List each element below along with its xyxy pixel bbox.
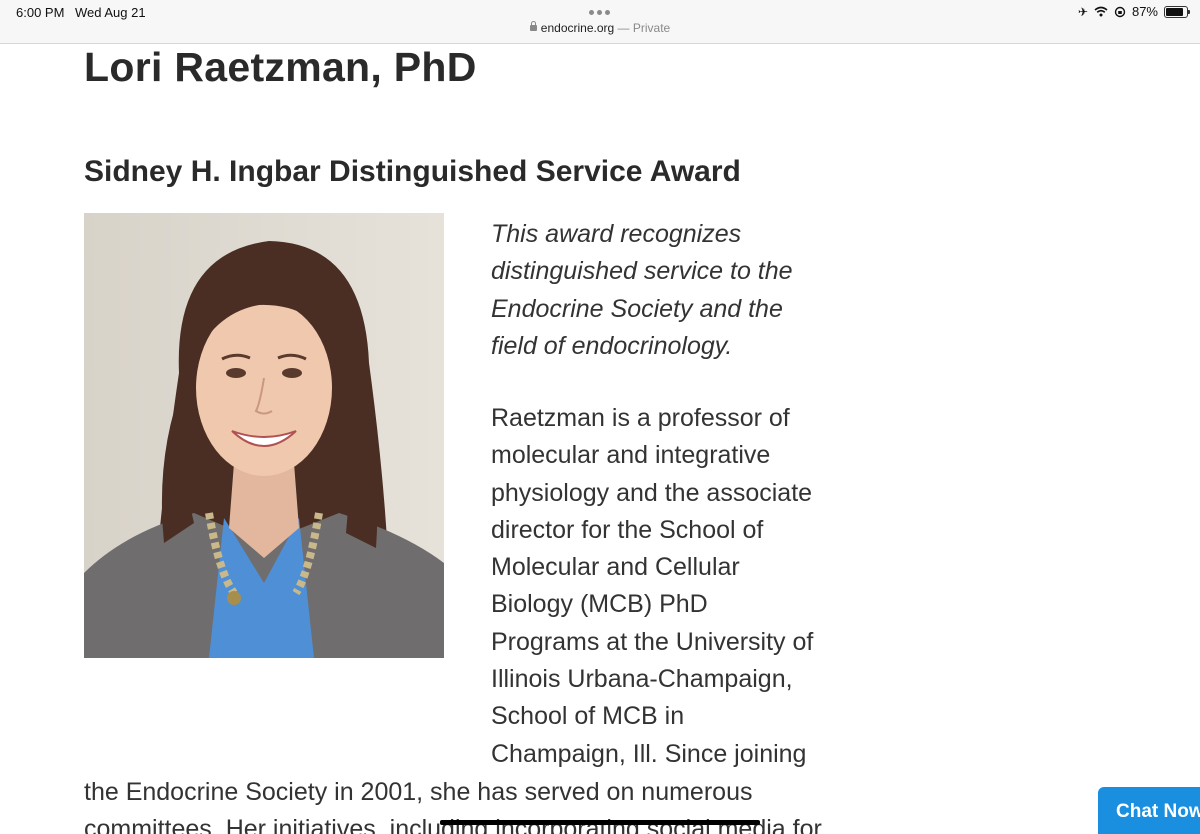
bio-paragraph-continued: the Endocrine Society in 2001, she has s… — [84, 774, 844, 834]
browser-chrome: 6:00 PM Wed Aug 21 endocrine.org — Priva… — [0, 0, 1200, 44]
bio-line: Raetzman is a professor of — [491, 404, 790, 432]
url-host: endocrine.org — [540, 21, 615, 35]
battery-level — [1166, 7, 1184, 16]
strike-mark — [440, 820, 760, 825]
lock-icon — [529, 21, 537, 31]
bio-line: Champaign, Ill. Since joining — [491, 739, 807, 768]
status-date: Wed Aug 21 — [75, 5, 146, 20]
award-description-line: distinguished service to the — [491, 257, 793, 286]
award-description-line: This award recognizes — [491, 220, 742, 248]
bio-line: Biology (MCB) PhD — [491, 590, 708, 619]
wifi-icon — [1094, 6, 1108, 17]
orientation-lock-icon — [1114, 6, 1126, 17]
portrait-photo — [84, 213, 444, 658]
bio-line: School of MCB in — [491, 702, 685, 731]
chat-now-button[interactable]: Chat Now! — [1098, 787, 1200, 834]
award-description-line: Endocrine Society and the — [491, 294, 783, 323]
page-title: Lori Raetzman, PhD — [84, 44, 477, 90]
bio-line: Programs at the University of — [491, 627, 814, 656]
airplane-icon: ✈ — [1077, 4, 1088, 19]
award-title: Sidney H. Ingbar Distinguished Service A… — [84, 155, 741, 188]
status-time: 6:00 PM — [16, 5, 65, 20]
bio-line: Illinois Urbana-Champaign, — [491, 665, 793, 694]
bio-line: molecular and integrative — [491, 441, 771, 470]
award-description: This award recognizes distinguished serv… — [491, 216, 821, 365]
status-indicators: ✈ 87% — [1077, 4, 1190, 19]
address-bar[interactable]: endocrine.org — Private — [0, 21, 1200, 35]
bio-line: Molecular and Cellular — [491, 553, 740, 582]
award-description-line: field of endocrinology. — [491, 331, 733, 360]
bio-line: the Endocrine Society in 2001, she has s… — [84, 778, 753, 806]
battery-percent: 87% — [1131, 4, 1158, 19]
bio-line: director for the School of — [491, 515, 764, 544]
battery-icon — [1164, 5, 1190, 18]
private-mode-label: — Private — [614, 21, 671, 35]
multitasking-dots-icon[interactable] — [589, 10, 610, 15]
bio-line: physiology and the associate — [491, 478, 813, 507]
bio-paragraph: Raetzman is a professor of molecular and… — [491, 400, 821, 773]
